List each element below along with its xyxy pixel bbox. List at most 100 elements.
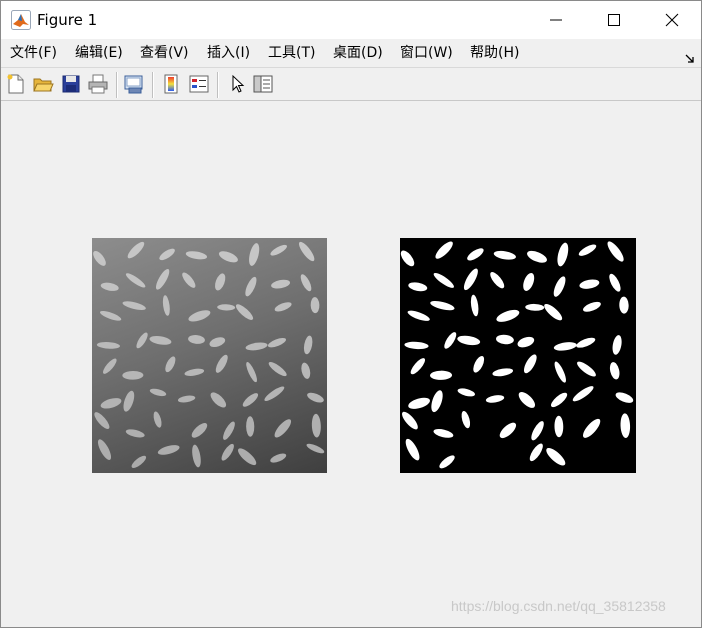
rice-grain [235,304,254,320]
menu-window[interactable]: 窗口(W) [400,44,453,62]
rice-grain [492,368,514,377]
toolbar-separator [217,72,219,98]
rice-grain [310,297,320,314]
window-title: Figure 1 [37,11,98,29]
rice-grain [553,276,566,297]
rice-grain [271,279,291,289]
rice-grain [270,244,287,256]
rice-grain [223,421,235,440]
rice-grain [579,279,600,289]
rice-grain [523,272,535,291]
rice-grain [274,419,292,438]
link-plot-icon[interactable] [123,73,145,95]
toolbar-separator [116,72,118,98]
rice-grain [470,294,479,317]
rice-grain [576,337,596,348]
edit-plot-arrow-icon[interactable] [226,73,248,95]
rice-grain [499,422,517,439]
rice-grain [517,336,535,348]
rice-grain [245,342,268,351]
minimize-button[interactable] [527,1,585,39]
print-figure-icon[interactable] [87,73,109,95]
rice-grain [554,415,564,438]
rice-grain [136,332,148,349]
rice-grain [184,368,205,376]
rice-grain [607,241,624,262]
rice-grain [582,418,601,438]
menu-tools[interactable]: 工具(T) [268,44,315,62]
rice-grain [93,250,106,266]
rice-grain [221,443,234,461]
new-figure-icon[interactable] [5,73,27,95]
rice-grain [123,390,135,412]
rice-grain [544,303,563,321]
menu-desktop[interactable]: 桌面(D) [333,44,383,62]
save-figure-icon[interactable] [60,73,82,95]
rice-grain [298,241,315,262]
insert-colorbar-icon[interactable] [160,73,182,95]
rice-grain [153,411,162,428]
close-button[interactable] [643,1,701,39]
binary-rice-image[interactable] [400,238,636,473]
rice-grain [557,242,569,267]
menu-insert[interactable]: 插入(I) [207,44,250,62]
rice-grain [246,416,255,437]
menu-view[interactable]: 查看(V) [140,44,189,62]
menu-file[interactable]: 文件(F) [10,44,57,62]
rice-grain [215,273,226,291]
maximize-button[interactable] [585,1,643,39]
rice-grain [149,336,172,345]
rice-grain [430,301,455,311]
rice-grain [185,251,208,260]
rice-grain [103,358,117,374]
insert-legend-icon[interactable] [188,73,210,95]
rice-grain [620,413,631,438]
rice-grain [246,362,257,383]
rice-grain [188,335,205,344]
rice-grain [218,251,238,263]
rice-grain [311,413,321,438]
rice-grain [457,388,475,397]
grayscale-rice-image[interactable] [92,238,327,473]
menu-help[interactable]: 帮助(H) [470,44,519,62]
rice-grain [531,421,544,441]
rice-grain [122,301,146,310]
rice-grain [465,444,489,456]
figure-canvas[interactable]: https://blog.csdn.net/qq_35812358 [1,101,701,627]
rice-grain [405,438,420,461]
rice-grain [125,429,145,438]
rice-grain [410,358,426,375]
rice-grain [461,410,471,429]
toolbar-separator [152,72,154,98]
rice-grain [264,386,285,401]
rice-grain [306,443,325,454]
open-file-icon[interactable] [32,73,54,95]
rice-grain [268,362,287,377]
figure-toolbar [1,67,701,101]
title-bar[interactable]: Figure 1 [1,1,701,39]
rice-grain [157,445,180,455]
rice-grain [500,444,510,468]
rice-grain [612,335,622,355]
rice-grain [300,274,312,292]
rice-grain [523,354,537,374]
rice-grain [99,310,122,321]
rice-grain [609,362,620,380]
rice-grain [217,304,236,311]
rice-grain [402,411,418,430]
menu-edit[interactable]: 编辑(E) [75,44,123,62]
rice-grain [149,388,167,397]
dock-figure-icon[interactable] [685,49,695,63]
rice-grain [609,273,621,292]
rice-grain [485,395,505,403]
figure-window: Figure 1 文件(F) 编辑(E) 查看(V) 插入(I) 工具(T) 桌… [0,0,702,628]
rice-grain [155,268,170,290]
rice-grain [210,392,227,408]
rice-grain [238,448,257,466]
show-plot-tools-icon[interactable] [252,73,274,95]
rice-grain [192,444,201,468]
rice-grain [96,342,120,349]
rice-grain [182,272,196,288]
rice-grain [433,272,454,288]
rice-grain [525,303,545,311]
